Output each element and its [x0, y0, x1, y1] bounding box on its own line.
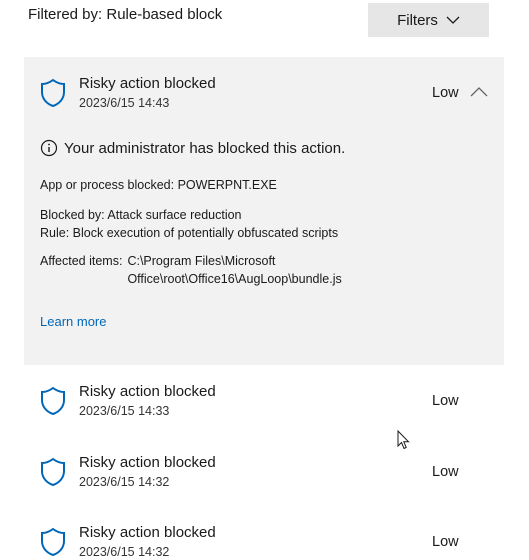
chevron-up-icon[interactable] [470, 86, 488, 98]
severity-label: Low [432, 464, 459, 480]
list-item[interactable]: Risky action blocked 2023/6/15 14:33 Low [24, 372, 504, 438]
mouse-cursor-icon [397, 430, 410, 450]
app-blocked-line: App or process blocked: POWERPNT.EXE [40, 178, 277, 192]
admin-notice: Your administrator has blocked this acti… [40, 139, 345, 157]
affected-items: Affected items: C:\Program Files\Microso… [40, 252, 472, 288]
filters-button-label: Filters [397, 11, 438, 29]
event-header[interactable]: Risky action blocked 2023/6/15 14:43 Low [24, 57, 504, 123]
event-title: Risky action blocked [79, 524, 216, 541]
protection-history-page: Filtered by: Rule-based block Filters Ri… [0, 0, 529, 560]
expanded-event-card: Risky action blocked 2023/6/15 14:43 Low… [24, 57, 504, 365]
shield-icon [41, 457, 65, 487]
list-item[interactable]: Risky action blocked 2023/6/15 14:32 Low [24, 513, 504, 560]
severity-label: Low [432, 534, 459, 550]
event-time: 2023/6/15 14:32 [79, 475, 170, 489]
severity-label: Low [432, 85, 459, 101]
affected-items-label: Affected items: [40, 254, 123, 268]
shield-icon [41, 527, 65, 557]
learn-more-link[interactable]: Learn more [40, 314, 106, 329]
filter-status-label: Filtered by: Rule-based block [28, 6, 223, 23]
shield-icon [41, 78, 65, 108]
event-title: Risky action blocked [79, 383, 216, 400]
filters-button[interactable]: Filters [368, 3, 489, 37]
list-item[interactable]: Risky action blocked 2023/6/15 14:32 Low [24, 443, 504, 509]
info-icon [40, 139, 58, 157]
rule-line: Rule: Block execution of potentially obf… [40, 226, 339, 240]
event-title: Risky action blocked [79, 454, 216, 471]
affected-items-value: C:\Program Files\Microsoft Office\root\O… [127, 254, 342, 286]
severity-label: Low [432, 393, 459, 409]
event-time: 2023/6/15 14:33 [79, 404, 170, 418]
admin-notice-text: Your administrator has blocked this acti… [64, 139, 346, 157]
event-time: 2023/6/15 14:32 [79, 545, 170, 559]
event-time: 2023/6/15 14:43 [79, 96, 170, 110]
chevron-down-icon [446, 16, 460, 24]
event-title: Risky action blocked [79, 75, 216, 92]
shield-icon [41, 386, 65, 416]
blocked-by-line: Blocked by: Attack surface reduction [40, 208, 242, 222]
